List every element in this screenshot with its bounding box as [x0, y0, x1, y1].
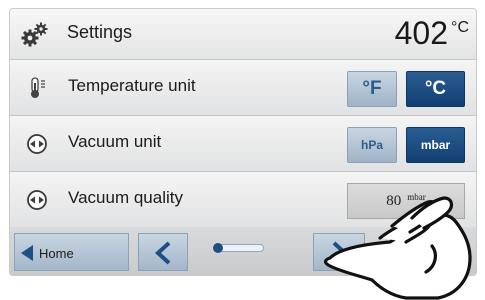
setting-row-temperature-unit: Temperature unit °F °C — [10, 60, 476, 116]
home-button[interactable]: Home — [14, 233, 129, 271]
header-bar: Settings 402 °C — [10, 9, 476, 60]
page-title: Settings — [67, 22, 133, 42]
home-button-label: Home — [39, 246, 74, 261]
setting-label-vacuum-quality: Vacuum quality — [68, 188, 183, 207]
temperature-unit-label: °C — [451, 19, 469, 36]
home-arrow-icon — [21, 245, 33, 261]
hpa-button[interactable]: hPa — [347, 127, 397, 163]
vacuum-gauge-icon — [27, 190, 47, 210]
mbar-button[interactable]: mbar — [406, 127, 465, 163]
chevron-left-icon — [155, 241, 171, 265]
pointing-hand-icon — [323, 196, 472, 300]
fahrenheit-button[interactable]: °F — [347, 71, 397, 107]
thermometer-icon — [31, 77, 45, 98]
setting-label-vacuum-unit: Vacuum unit — [68, 132, 162, 151]
setting-label-temperature-unit: Temperature unit — [68, 76, 196, 95]
gears-icon — [21, 22, 48, 47]
setting-row-vacuum-unit: Vacuum unit hPa mbar — [10, 116, 476, 172]
celsius-button[interactable]: °C — [406, 71, 465, 107]
page-indicator — [213, 243, 264, 253]
page-indicator-dot — [213, 243, 223, 253]
current-temperature: 402 — [394, 15, 448, 51]
previous-page-button[interactable] — [138, 233, 188, 271]
vacuum-gauge-icon — [27, 134, 47, 154]
